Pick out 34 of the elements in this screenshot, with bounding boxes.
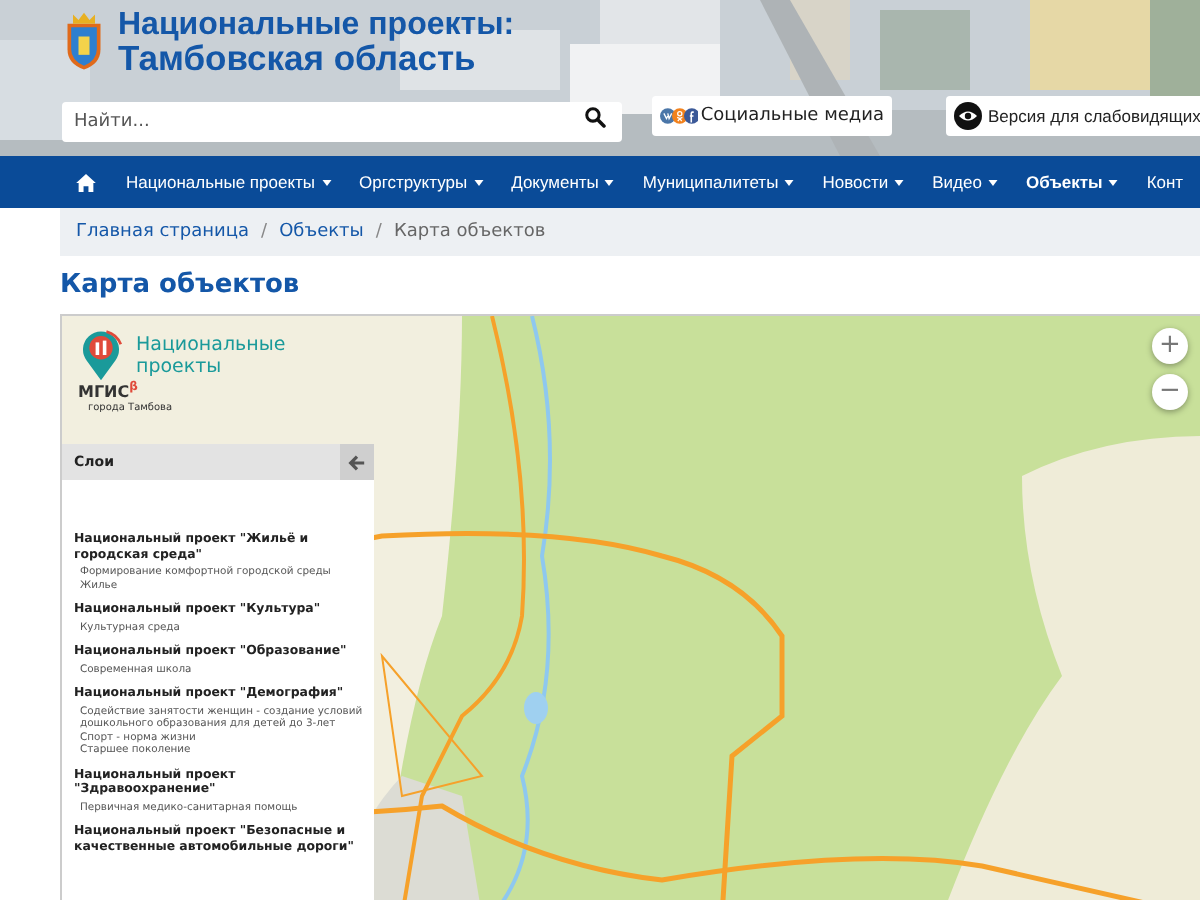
- brand-name: Национальные проекты: [136, 333, 288, 377]
- breadcrumb-link[interactable]: Главная страница: [76, 222, 250, 242]
- search-field[interactable]: Найти...: [62, 102, 622, 142]
- nav-menu-item[interactable]: Новости: [808, 156, 919, 208]
- nav-menu-item[interactable]: Муниципалитеты: [628, 156, 809, 208]
- breadcrumb-link[interactable]: Объекты: [279, 222, 364, 242]
- breadcrumb-separator: /: [375, 222, 382, 242]
- caret-icon: [894, 179, 905, 185]
- nav-menu-item[interactable]: Национальные проекты: [112, 156, 346, 208]
- nav-menu-item[interactable]: Объекты: [1011, 156, 1133, 208]
- site-title: Национальные проекты:: [118, 8, 515, 42]
- caret-icon: [987, 179, 998, 185]
- collapse-button[interactable]: [340, 444, 374, 480]
- search-icon[interactable]: [584, 106, 606, 128]
- social-media-button[interactable]: Социальные медиа: [652, 96, 892, 136]
- nav-menu-item[interactable]: Документы: [497, 156, 629, 208]
- caret-icon: [604, 179, 615, 185]
- coat-of-arms-icon: [62, 12, 106, 72]
- accessibility-button[interactable]: Версия для слабовидящих: [946, 96, 1200, 136]
- nav-menu-item[interactable]: Оргструктуры: [345, 156, 498, 208]
- eye-icon: [954, 102, 982, 130]
- nav-menu-item[interactable]: Конт: [1132, 156, 1198, 208]
- site-title: Тамбовская область: [118, 42, 476, 76]
- caret-icon: [784, 179, 795, 185]
- map-pin-logo-icon: [78, 328, 124, 382]
- caret-icon: [1108, 179, 1119, 185]
- logo-text: МГИС$^{β}$: [78, 380, 138, 402]
- caret-icon: [473, 179, 484, 185]
- current-page-crumb: Карта объектов: [393, 222, 546, 242]
- nav-menu-item[interactable]: Видео: [918, 156, 1012, 208]
- breadcrumb-separator: /: [261, 222, 268, 242]
- arrow-left-icon: [348, 453, 366, 471]
- page-title: Карта объектов: [60, 268, 302, 304]
- caret-icon: [321, 179, 332, 185]
